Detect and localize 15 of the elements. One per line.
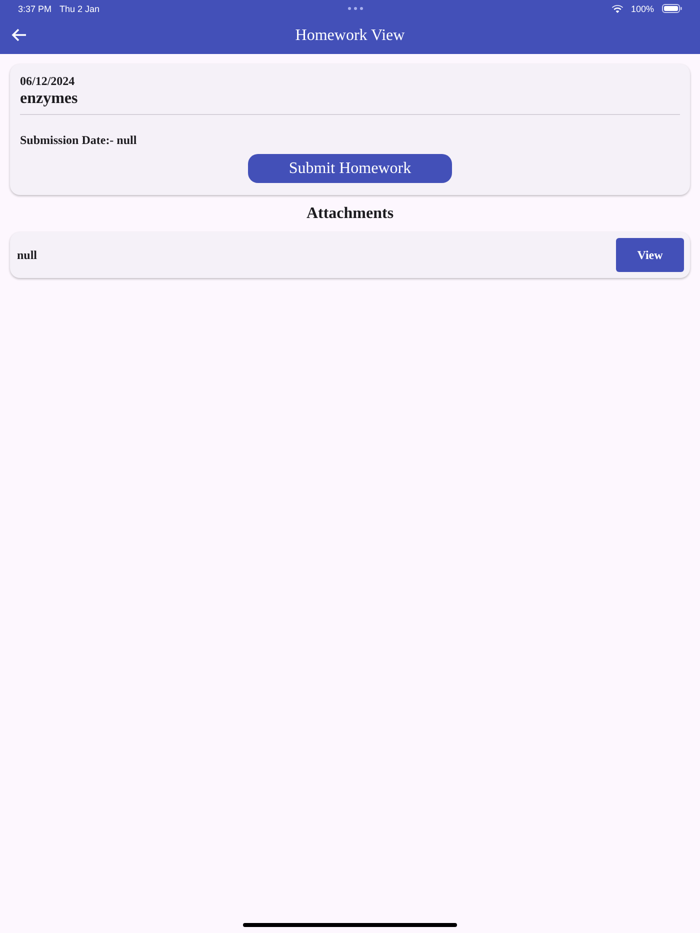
back-button[interactable] [10, 26, 28, 44]
multitasking-icon[interactable] [348, 7, 364, 10]
attachments-heading: Attachments [305, 205, 395, 223]
view-button[interactable]: View [616, 238, 684, 272]
status-date: Thu 2 Jan [60, 4, 100, 14]
battery-icon [662, 4, 682, 13]
status-time: 3:37 PM [18, 4, 52, 14]
wifi-icon [612, 4, 623, 12]
battery-percent: 100% [630, 4, 654, 14]
attachment-name: null [17, 248, 38, 262]
homework-date: 06/12/2024 [20, 74, 76, 89]
homework-title: enzymes [20, 90, 680, 115]
submission-date: Submission Date:- null [20, 133, 138, 148]
page-title: Homework View [295, 26, 405, 44]
submit-button[interactable]: Submit Homework [248, 154, 452, 183]
